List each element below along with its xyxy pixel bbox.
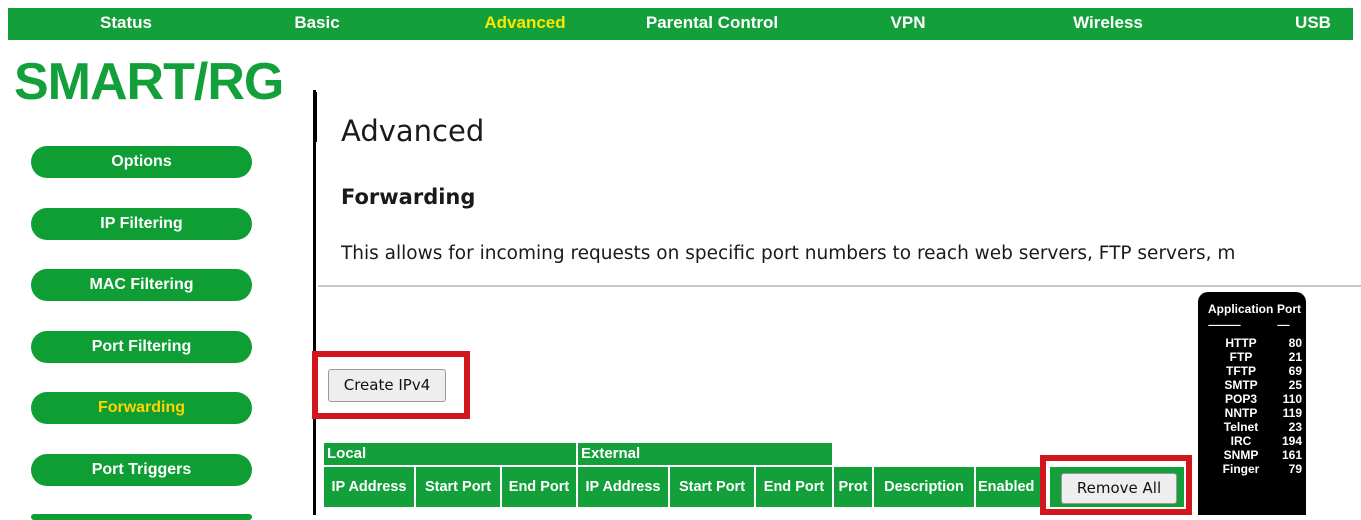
- sidebar-item-port-filtering[interactable]: Port Filtering: [31, 331, 252, 363]
- column-external-ip-address: IP Address: [578, 467, 668, 507]
- port-legend-port: 79: [1288, 462, 1302, 476]
- column-description: Description: [874, 467, 974, 507]
- port-legend-app: FTP: [1229, 350, 1253, 364]
- port-legend-app: SNMP: [1223, 448, 1259, 462]
- port-legend-app: SMTP: [1224, 378, 1258, 392]
- section-title: Forwarding: [341, 185, 476, 209]
- port-legend-app: Telnet: [1223, 420, 1259, 434]
- table-group-local: Local: [324, 443, 576, 465]
- port-legend-app: POP3: [1224, 392, 1257, 406]
- nav-advanced[interactable]: Advanced: [470, 8, 580, 40]
- port-legend-port: 194: [1281, 434, 1302, 448]
- port-legend-port: 161: [1281, 448, 1302, 462]
- nav-basic[interactable]: Basic: [284, 8, 350, 40]
- port-legend-app: Finger: [1222, 462, 1260, 476]
- port-legend-app: NNTP: [1224, 406, 1258, 420]
- port-legend-port: 80: [1288, 336, 1302, 350]
- nav-usb[interactable]: USB: [1288, 8, 1338, 40]
- port-legend-port: 21: [1288, 350, 1302, 364]
- column-enabled: Enabled: [976, 467, 1046, 507]
- nav-wireless[interactable]: Wireless: [1060, 8, 1156, 40]
- top-navigation-bar: Status Basic Advanced Parental Control V…: [8, 8, 1353, 40]
- column-external-end-port: End Port: [756, 467, 832, 507]
- sidebar-item-ip-filtering[interactable]: IP Filtering: [31, 208, 252, 240]
- sidebar-item-port-triggers[interactable]: Port Triggers: [31, 454, 252, 486]
- column-external-start-port: Start Port: [670, 467, 754, 507]
- port-reference-table: Application Port ---------------- ------…: [1198, 292, 1306, 515]
- port-legend-port: 119: [1282, 406, 1302, 420]
- sidebar-item-options[interactable]: Options: [31, 146, 252, 178]
- port-legend-header-application: Application: [1208, 302, 1274, 316]
- sidebar-item-forwarding[interactable]: Forwarding: [31, 392, 252, 424]
- port-legend-port: 69: [1288, 364, 1302, 378]
- smartrg-logo: SMART/RG: [14, 52, 317, 142]
- table-group-external: External: [578, 443, 832, 465]
- column-protocol: Prot: [834, 467, 872, 507]
- port-legend-port: 23: [1288, 420, 1302, 434]
- content-divider: [313, 90, 316, 515]
- sidebar-item-mac-filtering[interactable]: MAC Filtering: [31, 269, 252, 301]
- port-legend-app: IRC: [1230, 434, 1252, 448]
- create-ipv4-button[interactable]: Create IPv4: [328, 369, 446, 402]
- port-legend-header-port: Port: [1277, 302, 1301, 316]
- section-rule: [318, 285, 1361, 287]
- page-title: Advanced: [341, 114, 485, 148]
- port-legend-app: HTTP: [1225, 336, 1257, 350]
- nav-parental-control[interactable]: Parental Control: [632, 8, 792, 40]
- logo-text: SMART/RG: [14, 53, 284, 111]
- port-legend-separator-port: ------: [1277, 320, 1290, 330]
- forwarding-description: This allows for incoming requests on spe…: [341, 243, 1236, 264]
- port-legend-separator-app: ----------------: [1208, 320, 1241, 330]
- column-local-end-port: End Port: [502, 467, 576, 507]
- nav-vpn[interactable]: VPN: [883, 8, 933, 40]
- nav-status[interactable]: Status: [83, 8, 169, 40]
- port-legend-port: 110: [1282, 392, 1302, 406]
- port-legend-app: TFTP: [1226, 364, 1256, 378]
- column-local-ip-address: IP Address: [324, 467, 414, 507]
- port-legend-port: 25: [1288, 378, 1302, 392]
- column-local-start-port: Start Port: [416, 467, 500, 507]
- remove-all-button[interactable]: Remove All: [1061, 473, 1177, 504]
